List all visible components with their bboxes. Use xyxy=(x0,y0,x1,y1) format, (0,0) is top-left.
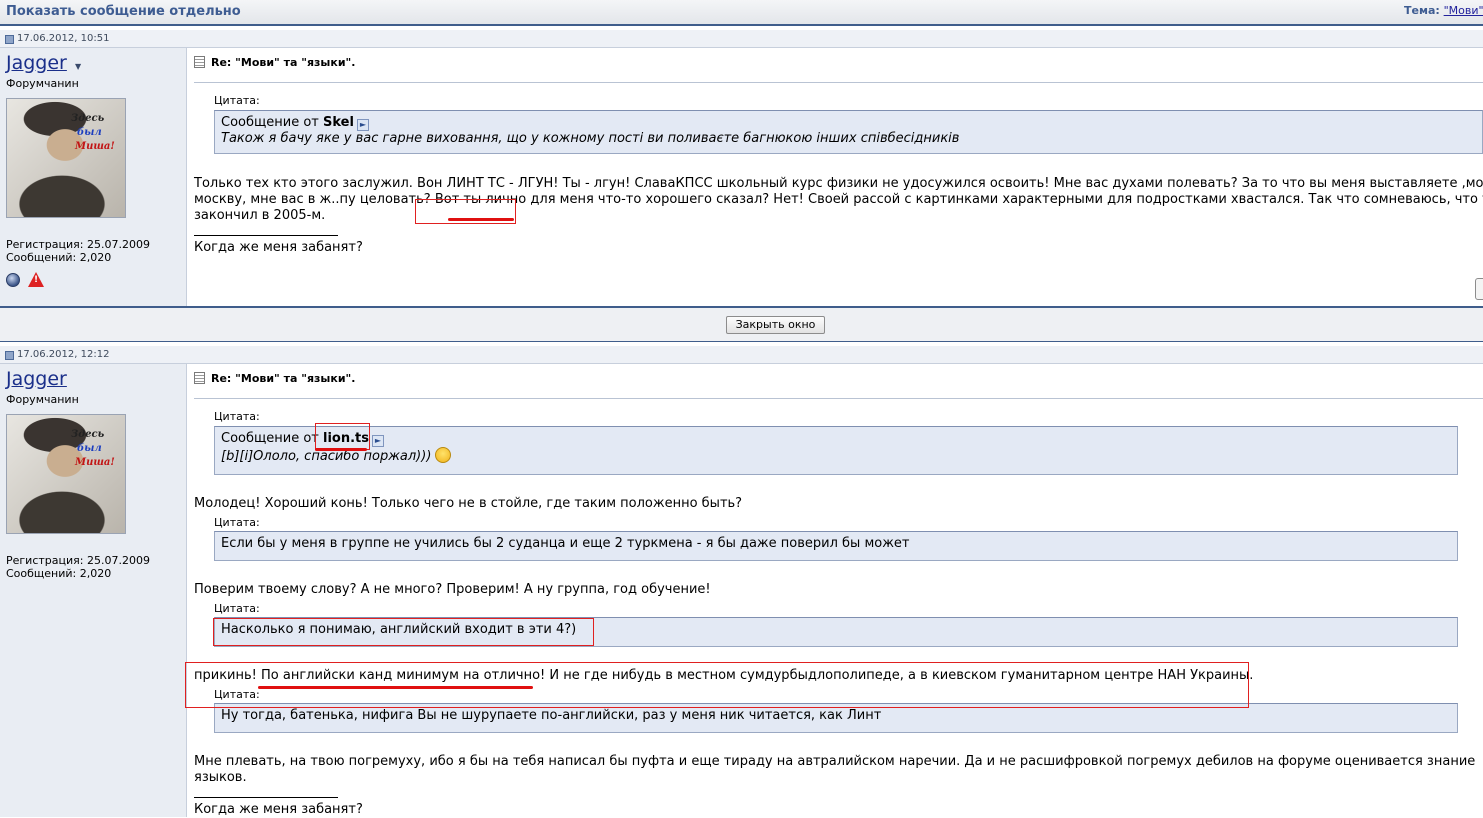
title-divider xyxy=(194,82,1483,83)
quote-label: Цитата: xyxy=(214,410,260,423)
post-paragraph-1: Молодец! Хороший конь! Только чего не в … xyxy=(194,496,743,511)
post-paragraph-4-line-1: Мне плевать, на твою погремуху, ибо я бы… xyxy=(194,754,1476,769)
quote-text: Також я бачу яке у вас гарне виховання, … xyxy=(221,131,960,146)
topic-link[interactable]: "Мови" xyxy=(1444,4,1483,17)
avatar: Здесь был Миша! xyxy=(6,98,126,218)
quote-label: Цитата: xyxy=(214,602,260,615)
avatar: Здесь был Миша! xyxy=(6,414,126,534)
avatar-text-3: Миша! xyxy=(75,457,115,468)
post-text-line-3: закончил в 2005-м. xyxy=(194,208,326,223)
document-icon xyxy=(194,56,205,68)
close-window-button[interactable]: Закрыть окно xyxy=(726,316,825,334)
post-text-line-1: Только тех кто этого заслужил. Вон ЛИНТ … xyxy=(194,176,1483,191)
avatar-text-1: Здесь xyxy=(71,113,105,124)
laughing-smiley-icon xyxy=(435,447,452,463)
edge-button[interactable] xyxy=(1475,278,1483,300)
view-post-arrow-icon[interactable]: ► xyxy=(356,119,369,131)
signature: Когда же меня забанят? xyxy=(194,802,363,817)
post-paragraph-2: Поверим твоему слову? А не много? Провер… xyxy=(194,582,711,597)
annotation-underline-author xyxy=(315,448,367,451)
signature: Когда же меня забанят? xyxy=(194,240,363,255)
post-paragraph-4-line-2: языков. xyxy=(194,770,247,785)
post-header: 17.06.2012, 10:51 xyxy=(0,30,1483,48)
post-1: 17.06.2012, 10:51 Jagger ▼ Форумчанин Зд… xyxy=(0,30,1483,306)
quote-label: Цитата: xyxy=(214,516,260,529)
avatar-text-3: Миша! xyxy=(75,141,115,152)
post-header: 17.06.2012, 12:12 xyxy=(0,346,1483,364)
user-title: Форумчанин xyxy=(6,77,79,90)
signature-divider xyxy=(194,797,338,798)
user-post-count: Сообщений: 2,020 xyxy=(6,251,112,264)
page-title: Показать сообщение отдельно xyxy=(6,4,241,19)
signature-divider xyxy=(194,235,338,236)
annotation-box-author xyxy=(315,423,370,450)
username-link[interactable]: Jagger xyxy=(6,52,67,74)
document-icon xyxy=(194,372,205,384)
post-icon xyxy=(5,35,14,44)
post-text-line-2: москву, мне вас в ж..пу целовать? Вот ты… xyxy=(194,192,1483,207)
quote-text: Если бы у меня в группе не учились бы 2 … xyxy=(221,536,910,551)
post-date: 17.06.2012, 12:12 xyxy=(17,349,110,360)
annotation-box-paragraph xyxy=(185,662,1249,708)
avatar-text-1: Здесь xyxy=(71,429,105,440)
post-date: 17.06.2012, 10:51 xyxy=(17,33,110,44)
user-menu-arrow-icon[interactable]: ▼ xyxy=(75,62,81,71)
topic-label: Тема: xyxy=(1404,4,1440,17)
avatar-text-2: был xyxy=(77,443,102,454)
post-title-text: Re: "Мови" та "языки". xyxy=(211,372,356,385)
quote-box-2: Если бы у меня в группе не учились бы 2 … xyxy=(214,531,1458,561)
annotation-box-quote xyxy=(213,618,594,646)
report-warning-icon[interactable]: ! xyxy=(28,272,44,287)
quote-box-1: Сообщение от lion.ts ► [b][i]Ололо, спаси… xyxy=(214,426,1458,475)
avatar-text-2: был xyxy=(77,127,102,138)
close-bar: Закрыть окно xyxy=(0,306,1483,342)
post-2: 17.06.2012, 12:12 Jagger Форумчанин Здес… xyxy=(0,346,1483,817)
quote-from: Сообщение от xyxy=(221,115,319,130)
post-title: Re: "Мови" та "языки". xyxy=(194,372,355,385)
post-content: Re: "Мови" та "языки". Цитата: Сообщение… xyxy=(185,364,1483,817)
online-status-icon xyxy=(6,273,20,287)
post-title: Re: "Мови" та "языки". xyxy=(194,56,355,69)
title-divider xyxy=(194,398,1483,399)
quote-from: Сообщение от xyxy=(221,431,319,446)
user-info-panel: Jagger Форумчанин Здесь был Миша! Регист… xyxy=(0,364,187,817)
annotation-underline xyxy=(448,218,514,221)
view-post-arrow-icon[interactable]: ► xyxy=(372,435,384,447)
user-post-count: Сообщений: 2,020 xyxy=(6,567,112,580)
post-title-text: Re: "Мови" та "языки". xyxy=(211,56,356,69)
quote-text: [b][i]Ололо, спасибо поржал))) xyxy=(221,449,432,464)
page-header: Показать сообщение отдельно Тема: "Мови" xyxy=(0,0,1483,26)
quote-text: Ну тогда, батенька, нифига Вы не шурупае… xyxy=(221,708,882,723)
user-title: Форумчанин xyxy=(6,393,79,406)
user-info-panel: Jagger ▼ Форумчанин Здесь был Миша! Реги… xyxy=(0,48,187,306)
username-link[interactable]: Jagger xyxy=(6,368,67,390)
post-icon xyxy=(5,351,14,360)
annotation-underline-paragraph xyxy=(258,686,533,689)
quote-box: Сообщение от Skel ► Також я бачу яке у ва… xyxy=(214,110,1483,154)
quote-author: Skel xyxy=(323,115,354,130)
post-content: Re: "Мови" та "языки". Цитата: Сообщение… xyxy=(188,48,1483,306)
user-registration: Регистрация: 25.07.2009 xyxy=(6,554,150,567)
quote-label: Цитата: xyxy=(214,94,260,107)
topic-info: Тема: "Мови" xyxy=(1404,4,1483,17)
user-registration: Регистрация: 25.07.2009 xyxy=(6,238,150,251)
